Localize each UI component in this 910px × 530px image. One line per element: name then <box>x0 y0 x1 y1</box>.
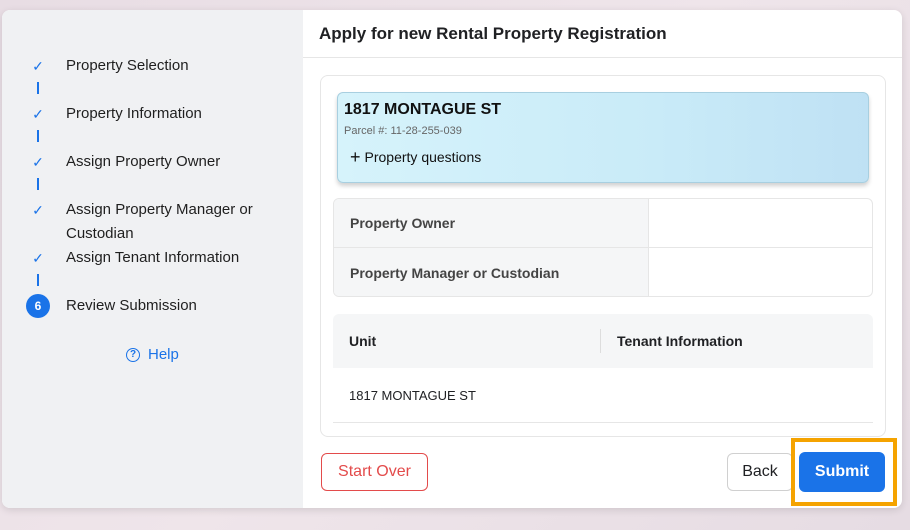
step-label: Property Information <box>66 105 202 122</box>
registration-dialog: ✓ Property Selection ✓ Property Informat… <box>2 10 902 508</box>
unit-table-header: Unit Tenant Information <box>333 314 873 368</box>
step-label: Assign Tenant Information <box>66 249 240 266</box>
step-label: Assign Property Manager or Custodian <box>66 201 253 242</box>
property-manager-label: Property Manager or Custodian <box>334 248 649 296</box>
property-owner-label: Property Owner <box>334 199 649 247</box>
unit-cell: 1817 MONTAGUE ST <box>349 387 476 403</box>
step-property-selection[interactable]: ✓ Property Selection <box>26 54 266 78</box>
column-header-unit: Unit <box>333 329 601 353</box>
step-connector <box>37 274 39 286</box>
step-property-information[interactable]: ✓ Property Information <box>26 102 266 126</box>
step-connector <box>37 178 39 190</box>
property-owner-value <box>649 199 872 247</box>
property-questions-toggle[interactable]: + Property questions <box>350 147 482 167</box>
submit-button[interactable]: Submit <box>799 452 885 492</box>
step-connector <box>37 82 39 94</box>
step-review-submission[interactable]: 6 Review Submission <box>26 294 266 318</box>
step-number-badge: 6 <box>26 294 50 318</box>
column-header-tenant: Tenant Information <box>617 333 743 349</box>
plus-icon: + <box>350 147 361 167</box>
table-row: Property Owner <box>334 199 872 248</box>
check-icon: ✓ <box>32 57 44 74</box>
step-label: Review Submission <box>66 297 197 314</box>
steps-sidebar: ✓ Property Selection ✓ Property Informat… <box>2 10 303 508</box>
step-connector <box>37 130 39 142</box>
property-card: 1817 MONTAGUE ST Parcel #: 11-28-255-039… <box>337 92 869 183</box>
step-label: Assign Property Owner <box>66 153 221 170</box>
page-title: Apply for new Rental Property Registrati… <box>303 10 902 58</box>
step-assign-property-owner[interactable]: ✓ Assign Property Owner <box>26 150 266 174</box>
step-label: Property Selection <box>66 57 189 74</box>
property-manager-value <box>649 248 872 296</box>
property-questions-label: Property questions <box>364 149 482 165</box>
help-icon: ? <box>126 347 140 362</box>
back-button[interactable]: Back <box>727 453 793 491</box>
check-icon: ✓ <box>32 105 44 122</box>
review-content: 1817 MONTAGUE ST Parcel #: 11-28-255-039… <box>320 75 886 437</box>
owner-table: Property Owner Property Manager or Custo… <box>333 198 873 297</box>
unit-table: Unit Tenant Information 1817 MONTAGUE ST <box>333 314 873 424</box>
parcel-number: Parcel #: 11-28-255-039 <box>344 125 462 137</box>
step-assign-tenant-information[interactable]: ✓ Assign Tenant Information <box>26 246 266 270</box>
check-icon: ✓ <box>32 153 44 170</box>
step-assign-property-manager[interactable]: ✓ Assign Property Manager or Custodian <box>26 198 266 246</box>
check-icon: ✓ <box>32 249 44 266</box>
help-link[interactable]: ? Help <box>126 346 179 363</box>
start-over-button[interactable]: Start Over <box>321 453 428 491</box>
main-panel: Apply for new Rental Property Registrati… <box>303 10 902 508</box>
table-row: Property Manager or Custodian <box>334 248 872 296</box>
property-address: 1817 MONTAGUE ST <box>344 101 502 118</box>
check-icon: ✓ <box>32 201 44 218</box>
help-label: Help <box>148 346 179 363</box>
table-row: 1817 MONTAGUE ST <box>333 368 873 423</box>
